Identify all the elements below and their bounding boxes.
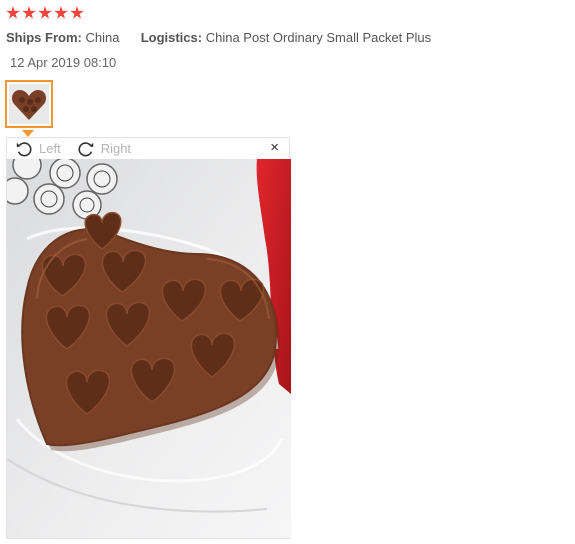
ships-from-label: Ships From: (6, 30, 82, 45)
rotate-right-label: Right (100, 141, 132, 156)
rotate-left-button[interactable]: Left (15, 140, 61, 158)
logistics-label: Logistics: (140, 30, 203, 45)
star-icon (54, 6, 68, 19)
star-icon (22, 6, 36, 19)
shipping-info: Ships From: China Logistics: China Post … (6, 30, 431, 45)
star-icon (6, 6, 20, 19)
close-button[interactable]: × (270, 140, 279, 156)
thumbnail-pointer (22, 130, 34, 137)
photo-viewer: Left Right × (6, 137, 291, 539)
rotate-right-icon (78, 141, 93, 156)
rotate-left-label: Left (39, 141, 61, 156)
logistics-value: China Post Ordinary Small Packet Plus (205, 30, 432, 45)
review-photo (7, 159, 291, 538)
ships-from-value: China (85, 30, 120, 45)
thumbnail-image (9, 84, 49, 124)
review-date: 12 Apr 2019 08:10 (10, 55, 117, 70)
rotate-left-icon (16, 141, 32, 156)
chocolate-mold-photo (7, 159, 291, 538)
review-photo-thumbnail[interactable] (5, 80, 53, 128)
rotate-right-button[interactable]: Right (77, 140, 131, 158)
viewer-toolbar: Left Right × (7, 138, 289, 159)
star-icon (38, 6, 52, 19)
rating-stars (6, 6, 84, 20)
star-icon (70, 6, 84, 19)
